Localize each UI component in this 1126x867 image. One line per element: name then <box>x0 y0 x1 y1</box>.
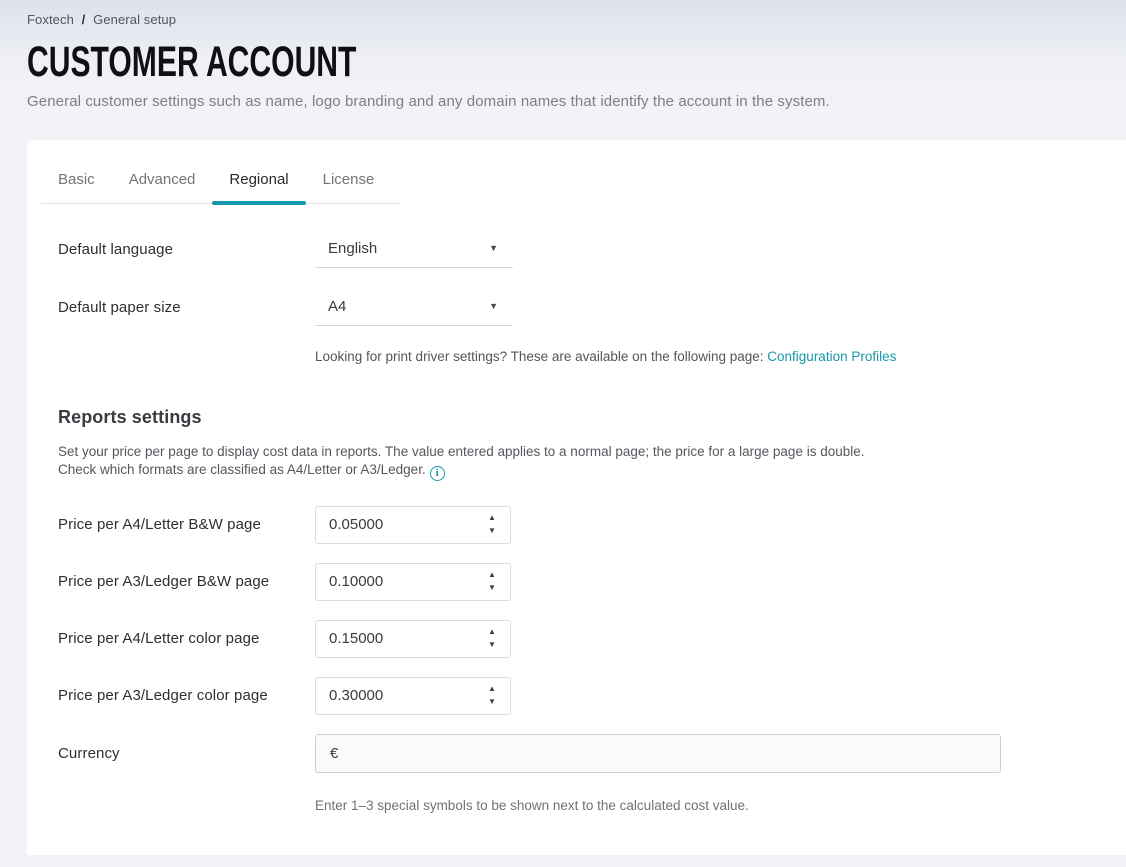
currency-input[interactable] <box>315 734 1001 773</box>
default-language-select[interactable]: English ▼ <box>315 230 513 268</box>
breadcrumb-separator: / <box>82 12 86 27</box>
page-header: Foxtech / General setup CUSTOMER ACCOUNT… <box>0 0 1126 110</box>
price-a3-color-input[interactable] <box>316 678 474 714</box>
currency-helper-text: Enter 1–3 special symbols to be shown ne… <box>315 798 1126 813</box>
chevron-down-icon: ▼ <box>489 244 498 253</box>
price-a4-bw-row: Price per A4/Letter B&W page ▲ ▼ <box>58 506 1126 544</box>
default-language-row: Default language English ▼ <box>58 230 1126 268</box>
price-a4-color-row: Price per A4/Letter color page ▲ ▼ <box>58 620 1126 658</box>
spin-down-button[interactable]: ▼ <box>482 640 502 650</box>
default-paper-size-value: A4 <box>328 298 346 315</box>
price-a4-bw-label: Price per A4/Letter B&W page <box>58 516 315 533</box>
tab-license[interactable]: License <box>306 161 392 203</box>
tab-basic[interactable]: Basic <box>41 161 112 203</box>
page-description: General customer settings such as name, … <box>27 93 1098 110</box>
price-a3-bw-spinners: ▲ ▼ <box>474 564 510 600</box>
reports-settings-heading: Reports settings <box>58 407 1126 428</box>
price-a3-color-spinners: ▲ ▼ <box>474 678 510 714</box>
price-a4-color-input[interactable] <box>316 621 474 657</box>
currency-row: Currency <box>58 734 1126 773</box>
default-language-label: Default language <box>58 241 315 258</box>
currency-label: Currency <box>58 745 315 762</box>
spin-up-button[interactable]: ▲ <box>482 627 502 637</box>
default-paper-size-row: Default paper size A4 ▼ <box>58 288 1126 326</box>
price-a4-bw-input-wrap: ▲ ▼ <box>315 506 511 544</box>
breadcrumb-item-general-setup[interactable]: General setup <box>93 12 176 27</box>
price-a3-color-input-wrap: ▲ ▼ <box>315 677 511 715</box>
default-language-value: English <box>328 240 377 257</box>
chevron-down-icon: ▼ <box>489 302 498 311</box>
breadcrumb: Foxtech / General setup <box>27 12 1098 27</box>
price-a3-color-label: Price per A3/Ledger color page <box>58 687 315 704</box>
tab-bar: Basic Advanced Regional License <box>41 161 401 204</box>
default-paper-size-select[interactable]: A4 ▼ <box>315 288 513 326</box>
page-title: CUSTOMER ACCOUNT <box>27 40 777 84</box>
reports-settings-description: Set your price per page to display cost … <box>58 443 1126 481</box>
price-a4-bw-spinners: ▲ ▼ <box>474 507 510 543</box>
price-a4-bw-input[interactable] <box>316 507 474 543</box>
price-a4-color-spinners: ▲ ▼ <box>474 621 510 657</box>
price-a3-color-row: Price per A3/Ledger color page ▲ ▼ <box>58 677 1126 715</box>
price-a3-bw-input-wrap: ▲ ▼ <box>315 563 511 601</box>
spin-up-button[interactable]: ▲ <box>482 684 502 694</box>
price-a4-color-input-wrap: ▲ ▼ <box>315 620 511 658</box>
print-driver-note: Looking for print driver settings? These… <box>315 349 1126 364</box>
reports-description-line2: Check which formats are classified as A4… <box>58 462 426 477</box>
regional-form: Default language English ▼ Default paper… <box>27 230 1126 813</box>
price-a3-bw-row: Price per A3/Ledger B&W page ▲ ▼ <box>58 563 1126 601</box>
price-a3-bw-input[interactable] <box>316 564 474 600</box>
spin-up-button[interactable]: ▲ <box>482 513 502 523</box>
breadcrumb-item-foxtech[interactable]: Foxtech <box>27 12 74 27</box>
print-driver-note-text: Looking for print driver settings? These… <box>315 349 767 364</box>
price-a4-color-label: Price per A4/Letter color page <box>58 630 315 647</box>
price-a3-bw-label: Price per A3/Ledger B&W page <box>58 573 315 590</box>
settings-card: Basic Advanced Regional License Default … <box>27 140 1126 855</box>
default-paper-size-label: Default paper size <box>58 299 315 316</box>
info-icon[interactable]: i <box>430 466 445 481</box>
reports-description-line1: Set your price per page to display cost … <box>58 443 1126 461</box>
spin-up-button[interactable]: ▲ <box>482 570 502 580</box>
spin-down-button[interactable]: ▼ <box>482 583 502 593</box>
tab-regional[interactable]: Regional <box>212 161 305 203</box>
configuration-profiles-link[interactable]: Configuration Profiles <box>767 349 896 364</box>
reports-description-line2-wrap: Check which formats are classified as A4… <box>58 461 1126 481</box>
tab-advanced[interactable]: Advanced <box>112 161 213 203</box>
spin-down-button[interactable]: ▼ <box>482 526 502 536</box>
spin-down-button[interactable]: ▼ <box>482 697 502 707</box>
